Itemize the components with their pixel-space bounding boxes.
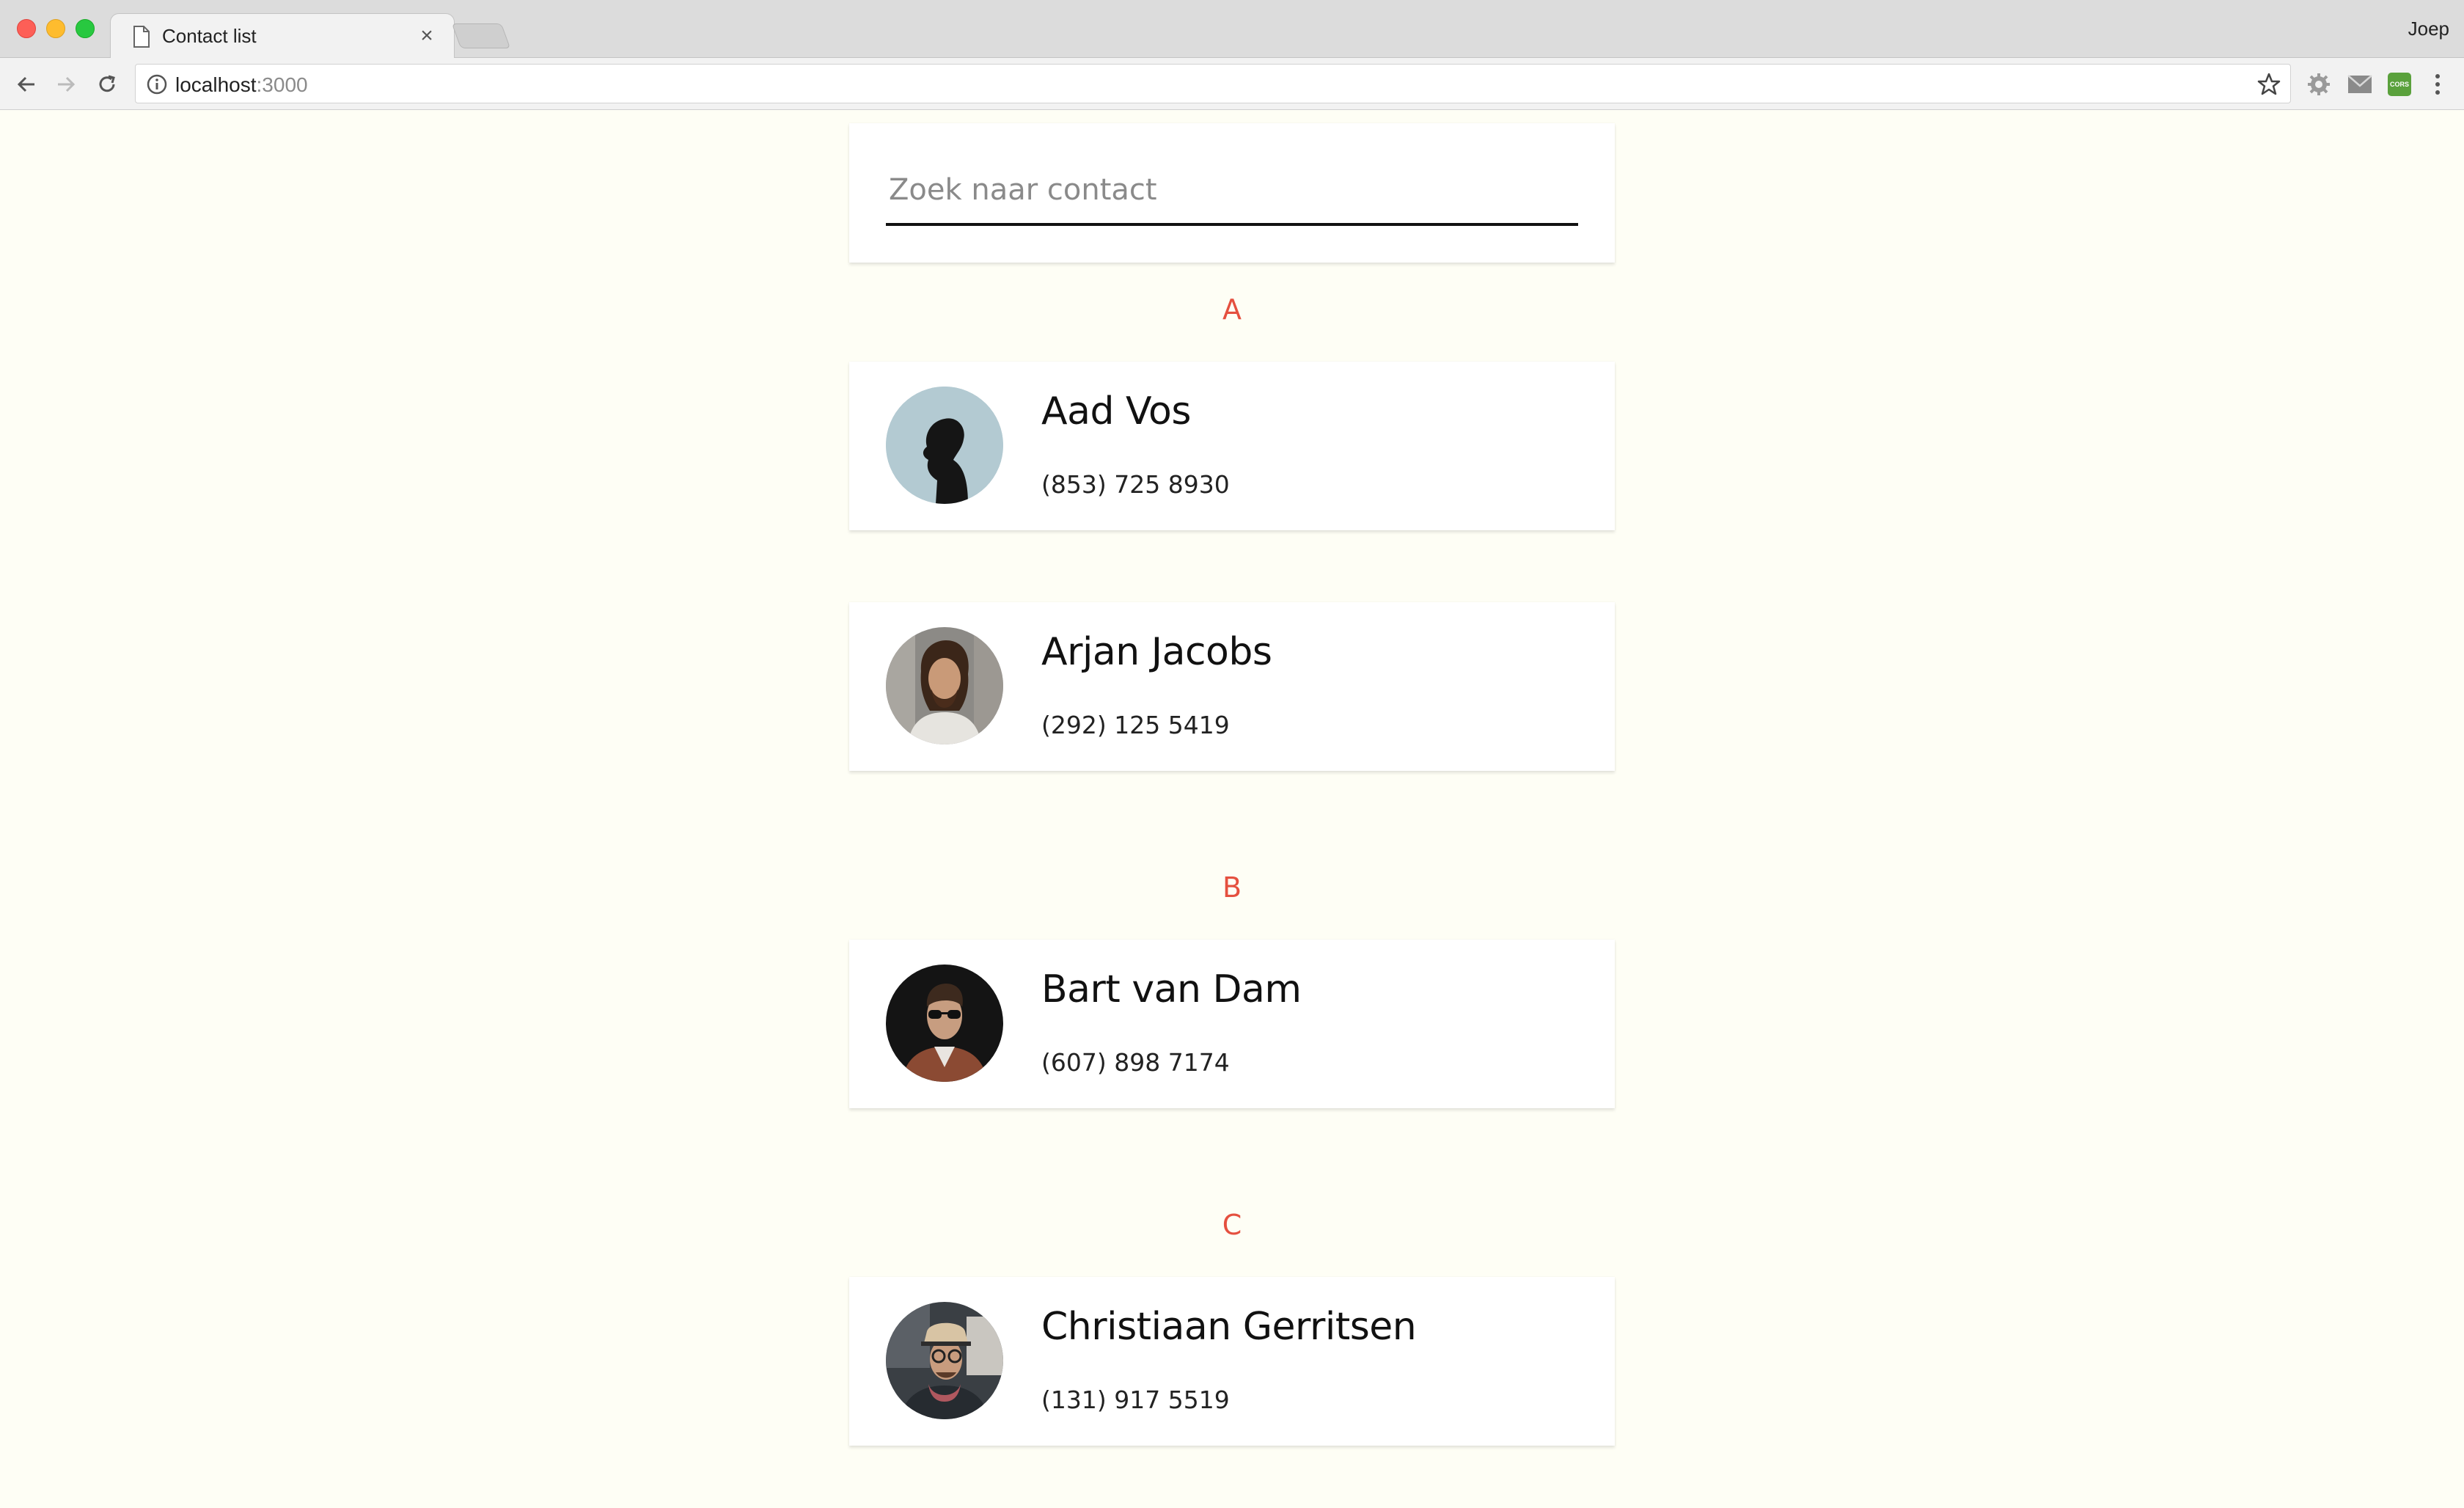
address-bar[interactable]: localhost:3000 [135,64,2291,103]
search-card [849,123,1615,263]
contact-name: Aad Vos [1041,389,1191,433]
url-port: :3000 [256,73,308,96]
avatar-photo [886,965,1003,1082]
section-letter-b: B [1222,871,1242,904]
info-icon[interactable] [146,73,168,95]
mail-extension-icon[interactable] [2347,71,2373,98]
gear-icon [2308,73,2330,95]
contact-name: Bart van Dam [1041,967,1302,1011]
new-tab-button[interactable] [451,23,511,48]
contact-card[interactable]: Bart van Dam (607) 898 7174 [849,940,1615,1108]
tab-title: Contact list [162,25,257,47]
cors-badge: CORS [2388,73,2411,96]
url-text: localhost:3000 [175,73,308,97]
search-input[interactable] [886,167,1578,226]
close-window-button[interactable] [17,19,36,38]
section-letter-c: C [1222,1209,1242,1241]
back-button[interactable] [10,68,43,100]
contact-phone: (607) 898 7174 [1041,1048,1230,1077]
arrow-right-icon [58,76,76,92]
settings-extension-icon[interactable] [2306,71,2332,98]
contact-phone: (292) 125 5419 [1041,711,1230,739]
profile-name[interactable]: Joep [2408,18,2449,40]
reload-button[interactable] [91,68,123,100]
contact-card[interactable]: Arjan Jacobs (292) 125 5419 [849,602,1615,771]
mail-icon [2347,75,2372,93]
contact-phone: (853) 725 8930 [1041,470,1230,499]
avatar [886,387,1003,504]
tab-close-icon[interactable]: × [416,23,438,49]
avatar [886,627,1003,744]
contact-card[interactable]: Christiaan Gerritsen (131) 917 5519 [849,1277,1615,1446]
bookmark-star-icon[interactable] [2256,72,2281,97]
browser-menu-button[interactable] [2424,71,2451,98]
page-icon [133,26,150,48]
contact-phone: (131) 917 5519 [1041,1386,1230,1414]
minimize-window-button[interactable] [46,19,65,38]
avatar-photo [886,1302,1003,1419]
reload-icon [99,75,115,92]
browser-tab[interactable]: Contact list × [110,13,455,59]
contact-card[interactable]: Aad Vos (853) 725 8930 [849,362,1615,530]
avatar-photo [886,627,1003,744]
maximize-window-button[interactable] [76,19,95,38]
forward-button[interactable] [50,68,82,100]
page-content: A Aad Vos (853) 725 8930 Arjan Jacobs [0,110,2464,1508]
contact-name: Arjan Jacobs [1041,630,1272,674]
browser-toolbar: localhost:3000 CORS [0,58,2464,110]
arrow-left-icon [17,76,34,92]
more-vertical-icon [2435,74,2440,95]
cors-extension-icon[interactable]: CORS [2386,71,2413,98]
contact-name: Christiaan Gerritsen [1041,1305,1417,1349]
section-letter-a: A [1222,293,1242,326]
avatar [886,1302,1003,1419]
avatar [886,965,1003,1082]
url-host: localhost [175,73,257,96]
avatar-photo [886,387,1003,504]
browser-titlebar: Contact list × Joep [0,0,2464,59]
